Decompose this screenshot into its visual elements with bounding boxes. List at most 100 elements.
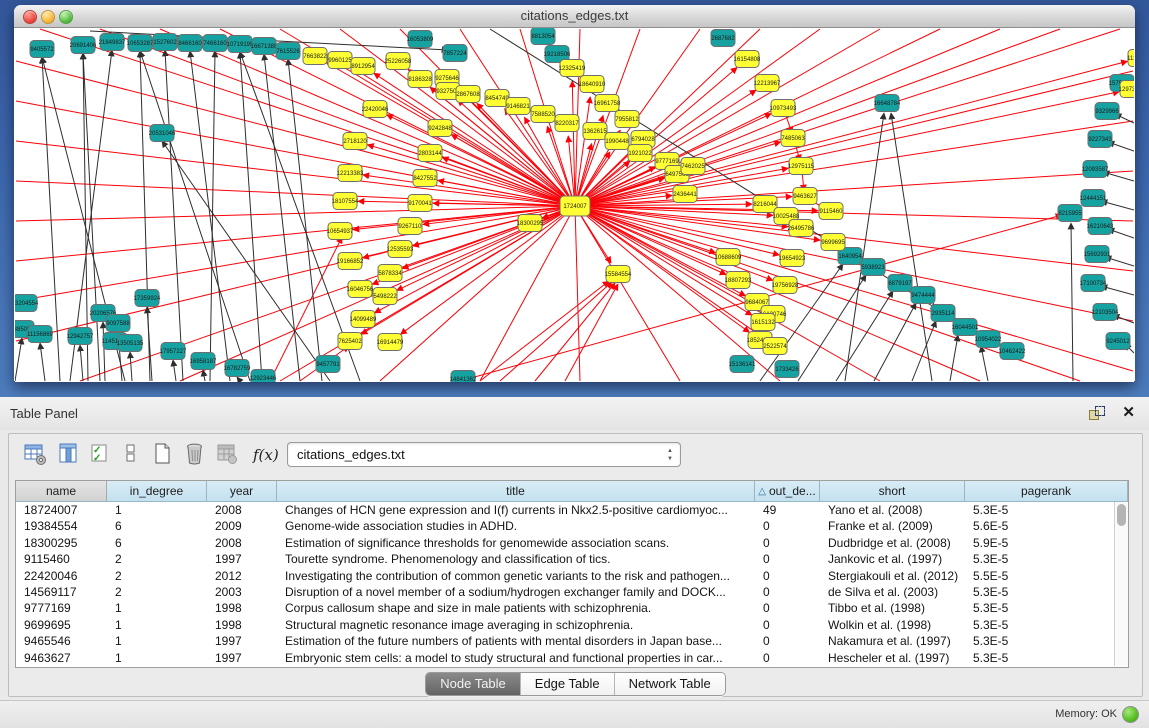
graph-node[interactable]: 9242848: [428, 120, 452, 137]
graph-node[interactable]: 2867608: [456, 86, 480, 103]
graph-node[interactable]: 9329966: [1095, 103, 1119, 120]
citation-edge[interactable]: [981, 346, 988, 381]
graph-node[interactable]: 17100734: [1080, 275, 1107, 292]
citation-edge[interactable]: [1101, 201, 1134, 210]
graph-node[interactable]: 17957227: [160, 343, 187, 360]
graph-node[interactable]: 12444151: [1080, 190, 1107, 207]
graph-node[interactable]: 8912954: [351, 58, 375, 75]
function-builder-button[interactable]: f(x): [253, 446, 279, 472]
graph-node[interactable]: 9474444: [911, 287, 935, 304]
graph-node[interactable]: 16046756: [347, 281, 374, 298]
network-table-selector[interactable]: citations_edges.txt ▲▼: [287, 442, 681, 467]
citation-edge[interactable]: [535, 283, 615, 381]
graph-node[interactable]: 9170041: [408, 195, 432, 212]
citation-edge[interactable]: [413, 206, 575, 246]
graph-node[interactable]: 7466160: [203, 35, 227, 52]
graph-node[interactable]: 16782759: [224, 360, 251, 377]
graph-node[interactable]: 5498222: [373, 288, 397, 305]
graph-node[interactable]: 19756928: [772, 277, 799, 294]
citation-edge[interactable]: [16, 206, 575, 301]
graph-node[interactable]: 7663822: [303, 48, 327, 65]
graph-node[interactable]: 9115460: [819, 203, 843, 220]
graph-node[interactable]: 18300295: [517, 215, 544, 232]
graph-node[interactable]: 2718120: [343, 133, 367, 150]
graph-node[interactable]: 14099489: [350, 311, 377, 328]
citation-edge[interactable]: [836, 291, 893, 381]
graph-node[interactable]: 12325419: [559, 60, 586, 77]
citation-edge[interactable]: [40, 343, 45, 381]
graph-node[interactable]: 1921022: [628, 145, 652, 162]
graph-node[interactable]: 12535593: [387, 241, 414, 258]
citation-edge[interactable]: [575, 206, 880, 381]
toggle-rows-button[interactable]: [119, 442, 145, 468]
graph-node[interactable]: 15584554: [605, 266, 632, 283]
graph-node[interactable]: 12973141: [1119, 81, 1134, 98]
graph-node[interactable]: 7955812: [615, 111, 639, 128]
citation-edge[interactable]: [397, 206, 575, 290]
window-titlebar[interactable]: citations_edges.txt: [14, 5, 1135, 28]
citation-edge[interactable]: [130, 352, 132, 381]
citation-network-graph[interactable]: 9405572206914062184983710653287152760284…: [15, 28, 1134, 382]
graph-node[interactable]: 5938923: [861, 259, 885, 276]
graph-node[interactable]: 16154808: [734, 51, 761, 68]
graph-node[interactable]: 2436441: [673, 186, 697, 203]
network-canvas[interactable]: 9405572206914062184983710653287152760284…: [15, 28, 1134, 382]
citation-edge[interactable]: [15, 338, 22, 381]
graph-node[interactable]: 7615526: [276, 43, 300, 60]
citation-edge[interactable]: [162, 141, 330, 381]
graph-node[interactable]: 12103504: [1092, 304, 1119, 321]
graph-node[interactable]: 19166852: [337, 253, 364, 270]
graph-node[interactable]: 15136141: [729, 356, 756, 373]
select-attributes-button[interactable]: ✓✓: [89, 442, 115, 468]
table-row[interactable]: 911546021997Tourette syndrome. Phenomeno…: [16, 551, 1128, 567]
graph-node[interactable]: 8427552: [413, 170, 437, 187]
graph-node[interactable]: 9463627: [793, 188, 817, 205]
graph-node[interactable]: 13505135: [117, 335, 144, 352]
graph-node[interactable]: 2522574: [763, 338, 787, 355]
float-panel-icon[interactable]: [1089, 406, 1105, 420]
graph-node[interactable]: 16053809: [407, 31, 434, 48]
graph-node[interactable]: 8220317: [555, 115, 579, 132]
citation-edge[interactable]: [1103, 172, 1134, 181]
graph-node[interactable]: 1990448: [605, 133, 629, 150]
table-row[interactable]: 946362711997Embryonic stem cells: a mode…: [16, 650, 1128, 666]
graph-node[interactable]: 19654923: [779, 250, 806, 267]
graph-node[interactable]: 16961758: [594, 95, 621, 112]
graph-node[interactable]: 12093587: [1082, 161, 1109, 178]
citation-edge[interactable]: [173, 360, 176, 381]
graph-node[interactable]: 12975115: [788, 158, 815, 175]
citation-edge[interactable]: [874, 303, 916, 381]
graph-node[interactable]: 16210643: [1087, 218, 1114, 235]
citation-edge[interactable]: [140, 51, 250, 381]
graph-node[interactable]: 10688609: [715, 249, 742, 266]
column-header-pagerank[interactable]: pagerank: [965, 481, 1128, 502]
graph-node[interactable]: 18807293: [725, 272, 752, 289]
graph-node[interactable]: 2935114: [931, 305, 955, 322]
table-row[interactable]: 1872400712008Changes of HCN gene express…: [16, 502, 1128, 518]
tab-node-table[interactable]: Node Table: [426, 673, 521, 695]
graph-node[interactable]: 9457791: [316, 356, 340, 373]
graph-node[interactable]: 1527602: [153, 34, 177, 51]
graph-node[interactable]: 2687682: [711, 30, 735, 47]
citation-edge[interactable]: [480, 206, 575, 381]
graph-node[interactable]: 17359924: [134, 290, 161, 307]
table-settings-button[interactable]: [23, 442, 49, 468]
delete-table-button[interactable]: [183, 442, 209, 468]
citation-edge[interactable]: [500, 282, 612, 381]
table-row[interactable]: 1456911722003Disruption of a novel membe…: [16, 584, 1128, 600]
graph-node[interactable]: 12213383: [337, 165, 364, 182]
graph-node[interactable]: 9960125: [328, 52, 352, 69]
close-panel-icon[interactable]: ✕: [1122, 403, 1135, 421]
tab-network-table[interactable]: Network Table: [615, 673, 725, 695]
graph-node[interactable]: 1733426: [775, 361, 799, 378]
citation-edge[interactable]: [1101, 286, 1134, 295]
graph-node[interactable]: 10654937: [327, 223, 354, 240]
graph-node[interactable]: 2803144: [418, 145, 442, 162]
graph-node[interactable]: 12942757: [67, 328, 94, 345]
citation-edge[interactable]: [400, 206, 575, 334]
citation-edge[interactable]: [240, 52, 360, 381]
citation-edge[interactable]: [950, 335, 958, 381]
graph-node[interactable]: 9097588: [106, 315, 130, 332]
graph-node[interactable]: 20531046: [149, 125, 176, 142]
table-row[interactable]: 1938455462009Genome-wide association stu…: [16, 518, 1128, 534]
